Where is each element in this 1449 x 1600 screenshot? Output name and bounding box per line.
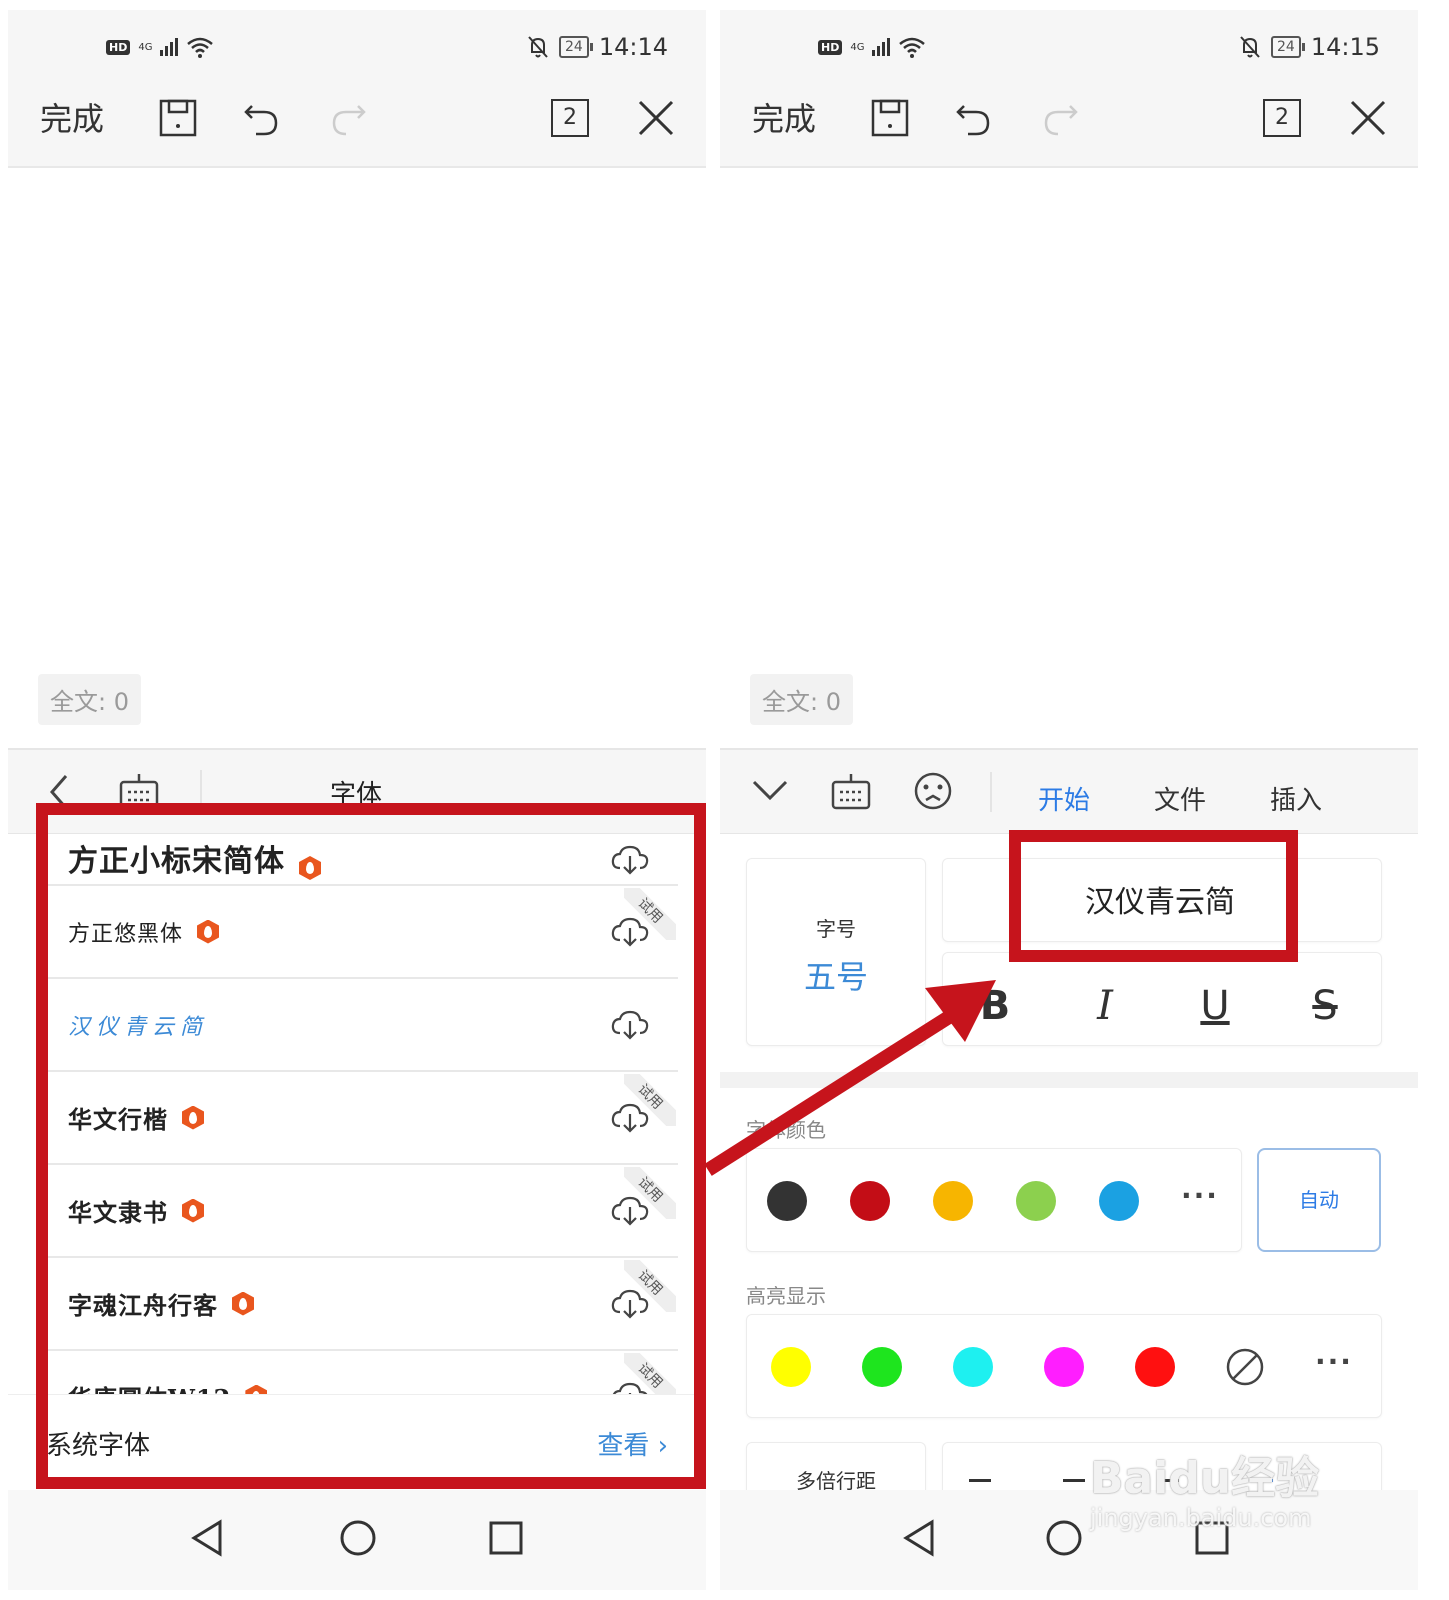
right-screenshot: HD 4G 24 14:15 完成 2 全文: 0 开始 文件 插入 字号 五号… xyxy=(720,10,1418,1590)
font-color-label: 字体颜色 xyxy=(746,1118,826,1142)
status-right: 24 14:14 xyxy=(527,32,668,62)
signal-icon xyxy=(872,38,891,56)
no-highlight-icon[interactable] xyxy=(1225,1347,1265,1391)
page-count: 2 xyxy=(551,99,589,137)
nav-back-icon[interactable] xyxy=(186,1516,230,1560)
tab-file[interactable]: 文件 xyxy=(1154,780,1206,817)
status-left: HD 4G xyxy=(106,32,214,62)
undo-icon[interactable] xyxy=(240,96,284,140)
font-color-swatch[interactable] xyxy=(767,1181,807,1221)
font-color-swatch[interactable] xyxy=(933,1181,973,1221)
battery-icon: 24 xyxy=(559,36,593,58)
highlight-card: ··· xyxy=(746,1314,1382,1418)
signal-icon xyxy=(160,38,179,56)
font-color-swatch[interactable] xyxy=(1099,1181,1139,1221)
font-size-label: 字号 xyxy=(816,917,856,941)
status-right: 24 14:15 xyxy=(1239,32,1380,62)
clock: 14:15 xyxy=(1310,33,1380,61)
wifi-icon xyxy=(899,37,926,58)
highlight-swatch[interactable] xyxy=(953,1347,993,1387)
word-count: 全文: 0 xyxy=(38,674,141,725)
page-count-button[interactable]: 2 xyxy=(548,96,592,140)
more-highlight-button[interactable]: ··· xyxy=(1315,1345,1353,1378)
save-icon[interactable] xyxy=(156,96,200,140)
keyboard-icon[interactable] xyxy=(830,772,872,812)
highlight-swatch[interactable] xyxy=(1135,1347,1175,1387)
top-bar: HD 4G 24 14:14 完成 2 xyxy=(8,10,706,168)
font-color-swatch[interactable] xyxy=(1016,1181,1056,1221)
nav-back-icon[interactable] xyxy=(898,1516,942,1560)
nav-home-icon[interactable] xyxy=(1042,1516,1086,1560)
chevron-down-icon[interactable] xyxy=(750,776,790,806)
close-icon[interactable] xyxy=(634,96,678,140)
ribbon-tab-bar: 开始 文件 插入 xyxy=(720,748,1418,834)
font-color-swatch[interactable] xyxy=(850,1181,890,1221)
mute-bell-icon xyxy=(1240,36,1260,58)
network-label: 4G xyxy=(850,41,865,53)
top-bar: HD 4G 24 14:15 完成 2 xyxy=(720,10,1418,168)
wifi-icon xyxy=(187,37,214,58)
bold-button[interactable]: B xyxy=(965,983,1025,1029)
more-colors-button[interactable]: ··· xyxy=(1181,1179,1219,1212)
divider xyxy=(990,772,992,812)
watermark-url: jingyan.baidu.com xyxy=(1090,1504,1312,1532)
strikethrough-button[interactable]: S xyxy=(1295,983,1355,1029)
format-buttons-card: B I U S xyxy=(942,952,1382,1046)
font-color-card: ··· xyxy=(746,1148,1242,1252)
font-size-value: 五号 xyxy=(803,958,868,996)
section-divider xyxy=(720,1072,1418,1088)
page-count: 2 xyxy=(1263,99,1301,137)
nav-bar xyxy=(8,1490,706,1590)
save-icon[interactable] xyxy=(868,96,912,140)
annotation-box-font-name xyxy=(1009,830,1298,962)
highlight-swatch[interactable] xyxy=(771,1347,811,1387)
tab-start[interactable]: 开始 xyxy=(1038,780,1090,817)
mute-bell-icon xyxy=(528,36,548,58)
tab-insert[interactable]: 插入 xyxy=(1270,780,1322,817)
emoji-icon[interactable] xyxy=(912,770,954,812)
undo-icon[interactable] xyxy=(952,96,996,140)
hd-icon: HD xyxy=(818,39,843,55)
nav-recents-icon[interactable] xyxy=(484,1516,528,1560)
hd-icon: HD xyxy=(106,39,131,55)
font-size-card[interactable]: 字号 五号 xyxy=(746,858,926,1046)
done-button[interactable]: 完成 xyxy=(752,92,816,142)
highlight-label: 高亮显示 xyxy=(746,1284,826,1308)
highlight-swatch[interactable] xyxy=(1044,1347,1084,1387)
spacing-option-icon[interactable] xyxy=(1063,1479,1085,1482)
page-count-button[interactable]: 2 xyxy=(1260,96,1304,140)
underline-button[interactable]: U xyxy=(1185,983,1245,1029)
spacing-option-icon[interactable] xyxy=(969,1479,991,1482)
auto-color-button[interactable]: 自动 xyxy=(1257,1148,1381,1252)
redo-icon[interactable] xyxy=(1038,96,1082,140)
clock: 14:14 xyxy=(598,33,668,61)
word-count: 全文: 0 xyxy=(750,674,853,725)
watermark-brand: Baidu经验 xyxy=(1090,1453,1320,1504)
redo-icon[interactable] xyxy=(326,96,370,140)
battery-icon: 24 xyxy=(1271,36,1305,58)
highlight-swatch[interactable] xyxy=(862,1347,902,1387)
done-button[interactable]: 完成 xyxy=(40,92,104,142)
annotation-box-font-list xyxy=(36,803,706,1489)
close-icon[interactable] xyxy=(1346,96,1390,140)
italic-button[interactable]: I xyxy=(1075,983,1135,1029)
network-label: 4G xyxy=(138,41,153,53)
status-left: HD 4G xyxy=(818,32,926,62)
nav-home-icon[interactable] xyxy=(336,1516,380,1560)
